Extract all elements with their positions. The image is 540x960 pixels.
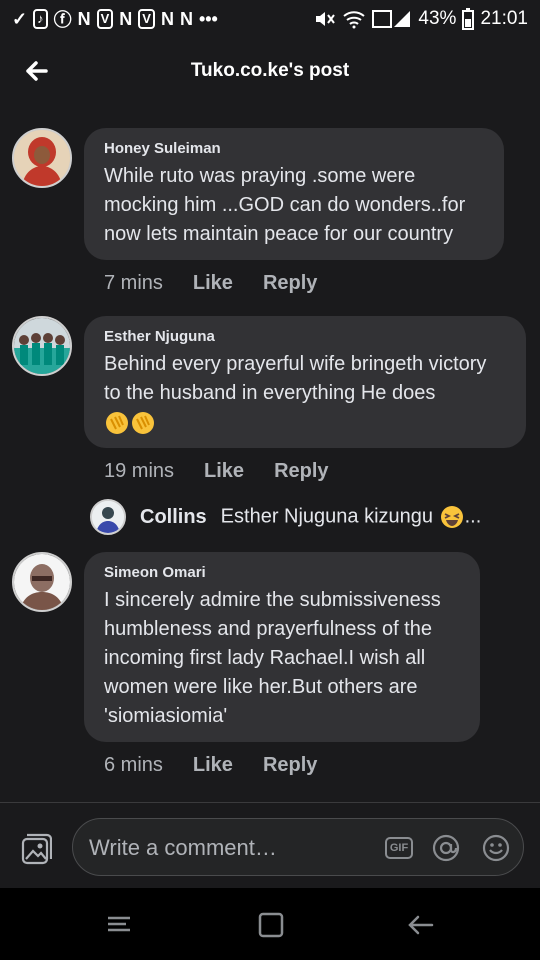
notif-n-4: N <box>179 8 193 29</box>
back-icon[interactable] <box>406 910 436 940</box>
clapping-hands-icon <box>106 411 128 434</box>
photo-icon[interactable] <box>20 833 52 865</box>
reply-text: Esther Njuguna kizungu ... <box>220 504 482 530</box>
more-notifications: ••• <box>198 8 218 29</box>
avatar-image <box>14 554 70 610</box>
mention-icon[interactable] <box>431 833 461 863</box>
reply-author[interactable]: Collins <box>140 506 207 529</box>
avatar[interactable] <box>12 552 72 612</box>
comment-input[interactable]: Write a comment… GIF <box>72 818 524 876</box>
recent-apps-icon[interactable] <box>104 910 134 940</box>
tiktok-icon: ♪ <box>33 9 48 29</box>
comment-placeholder: Write a comment… <box>89 835 277 860</box>
comment-time: 19 mins <box>104 460 175 482</box>
comment-author[interactable]: Honey Suleiman <box>104 140 484 157</box>
comment-time: 6 mins <box>104 754 163 776</box>
signal-icon <box>372 10 411 28</box>
laughing-face-icon <box>440 506 463 528</box>
comment-time: 7 mins <box>104 272 163 294</box>
facebook-icon: ⓕ <box>53 10 72 30</box>
status-bar: ✓ ♪ ⓕ N V N V N N ••• 43% 21:01 <box>0 0 540 38</box>
reply-button[interactable]: Reply <box>263 754 317 777</box>
notif-v-1: V <box>96 9 114 29</box>
notif-v-2: V <box>138 9 155 29</box>
mute-icon <box>316 12 336 26</box>
system-nav-bar <box>0 888 540 960</box>
reply-button[interactable]: Reply <box>263 272 317 295</box>
comment-text: I sincerely admire the submissiveness hu… <box>104 589 441 727</box>
comment-bubble[interactable]: Simeon Omari I sincerely admire the subm… <box>84 552 480 742</box>
comment-actions: 19 mins Like Reply <box>104 460 329 483</box>
comment-author[interactable]: Simeon Omari <box>104 564 460 581</box>
comment-composer: Write a comment… GIF <box>0 802 540 889</box>
notification-icons: ✓ ♪ ⓕ N V N V N N ••• <box>12 6 218 32</box>
notif-n-2: N <box>119 8 133 29</box>
comment-author[interactable]: Esther Njuguna <box>104 328 506 345</box>
comment-text: Behind every prayerful wife bringeth vic… <box>104 350 506 437</box>
gif-icon[interactable]: GIF <box>385 837 413 859</box>
battery-icon <box>462 8 475 30</box>
clapping-hands-icon <box>132 411 154 434</box>
avatar-image <box>14 130 70 186</box>
avatar-image <box>14 318 70 374</box>
avatar[interactable] <box>12 128 72 188</box>
like-button[interactable]: Like <box>204 460 244 483</box>
reply-preview[interactable]: Collins Esther Njuguna kizungu ... <box>90 496 481 538</box>
reply-button[interactable]: Reply <box>274 460 328 483</box>
comment-text: While ruto was praying .some were mockin… <box>104 165 466 245</box>
reply-ellipsis: ... <box>464 505 482 528</box>
notif-n-1: N <box>77 8 91 29</box>
wifi-icon <box>343 11 366 29</box>
clock: 21:01 <box>480 8 528 29</box>
notif-n-3: N <box>160 8 174 29</box>
avatar-image <box>92 501 124 533</box>
check-icon: ✓ <box>12 8 28 29</box>
reply-text-body: Esther Njuguna kizungu <box>220 505 434 528</box>
post-header: Tuko.co.ke's post <box>0 38 540 108</box>
page-title: Tuko.co.ke's post <box>190 60 350 81</box>
like-button[interactable]: Like <box>193 272 233 295</box>
comment-bubble[interactable]: Esther Njuguna Behind every prayerful wi… <box>84 316 526 448</box>
comment-text-body: Behind every prayerful wife bringeth vic… <box>104 353 487 404</box>
home-icon[interactable] <box>256 910 286 940</box>
avatar[interactable] <box>90 499 126 535</box>
like-button[interactable]: Like <box>193 754 233 777</box>
avatar[interactable] <box>12 316 72 376</box>
comment-bubble[interactable]: Honey Suleiman While ruto was praying .s… <box>84 128 504 260</box>
comment-actions: 7 mins Like Reply <box>104 272 317 295</box>
battery-percent: 43% <box>418 8 457 29</box>
system-status: 43% 21:01 <box>314 8 528 30</box>
comment-actions: 6 mins Like Reply <box>104 754 317 777</box>
emoji-icon[interactable] <box>481 833 511 863</box>
